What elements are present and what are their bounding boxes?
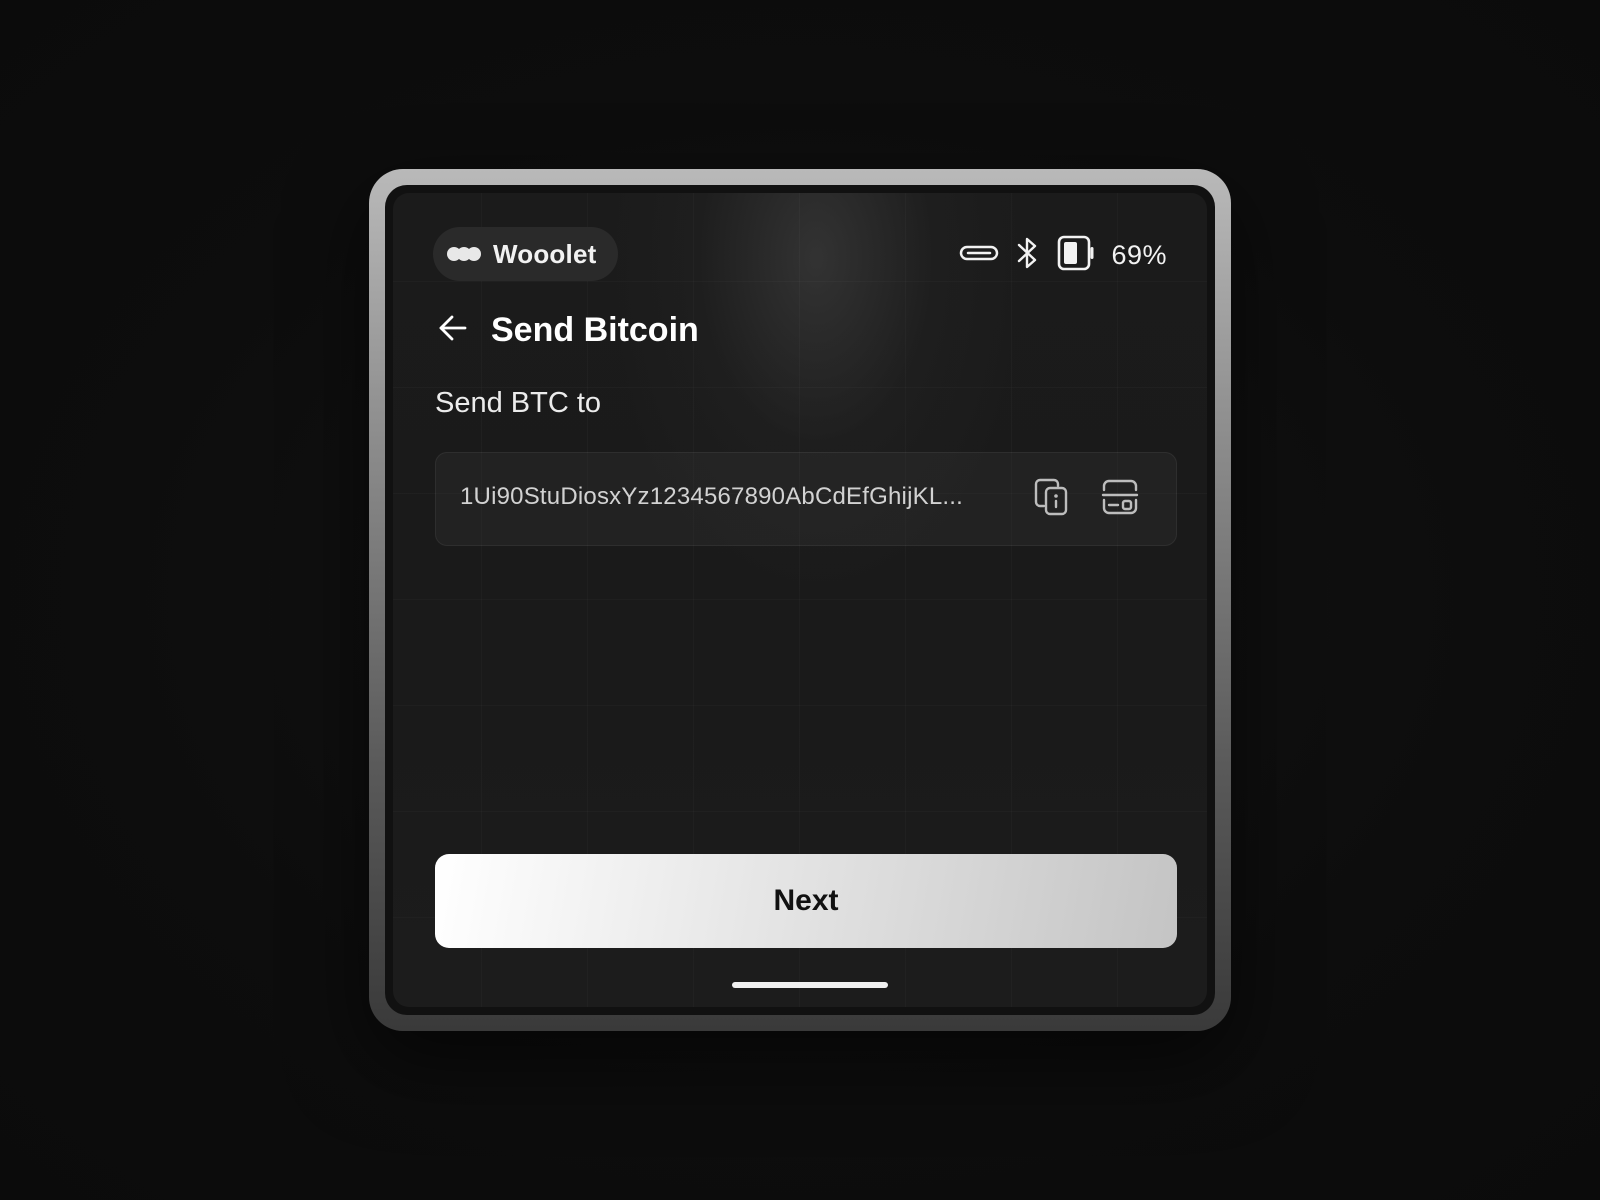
- page-title: Send Bitcoin: [491, 310, 699, 349]
- app-name: Wooolet: [493, 238, 597, 269]
- recipient-address-field[interactable]: 1Ui90StuDiosxYz1234567890AbCdEfGhijKL...: [435, 452, 1177, 546]
- battery-percentage: 69%: [1111, 239, 1167, 270]
- bluetooth-icon: [1015, 236, 1041, 275]
- paste-button[interactable]: [1032, 477, 1072, 522]
- paste-clipboard-icon: [1033, 477, 1071, 522]
- app-logo-icon: [447, 246, 483, 262]
- app-badge: Wooolet: [433, 227, 619, 281]
- scan-button[interactable]: [1100, 479, 1140, 519]
- scan-qr-icon: [1100, 477, 1140, 522]
- back-button[interactable]: [433, 310, 473, 350]
- recipient-label: Send BTC to: [435, 387, 602, 419]
- page-header: Send Bitcoin: [433, 305, 699, 355]
- stage: Wooolet 69% Send Bitcoin Send BTC to 1Ui…: [0, 0, 1600, 1200]
- device-screen: Wooolet 69% Send Bitcoin Send BTC to 1Ui…: [393, 193, 1207, 1007]
- device-frame: Wooolet 69% Send Bitcoin Send BTC to 1Ui…: [369, 169, 1231, 1031]
- usb-cable-icon: [959, 243, 999, 268]
- recipient-address-value[interactable]: 1Ui90StuDiosxYz1234567890AbCdEfGhijKL...: [460, 483, 1030, 511]
- arrow-left-icon: [437, 312, 469, 349]
- battery-icon: [1057, 235, 1095, 276]
- status-indicators: 69%: [959, 233, 1167, 277]
- next-button[interactable]: Next: [435, 854, 1177, 948]
- home-indicator[interactable]: [732, 982, 888, 988]
